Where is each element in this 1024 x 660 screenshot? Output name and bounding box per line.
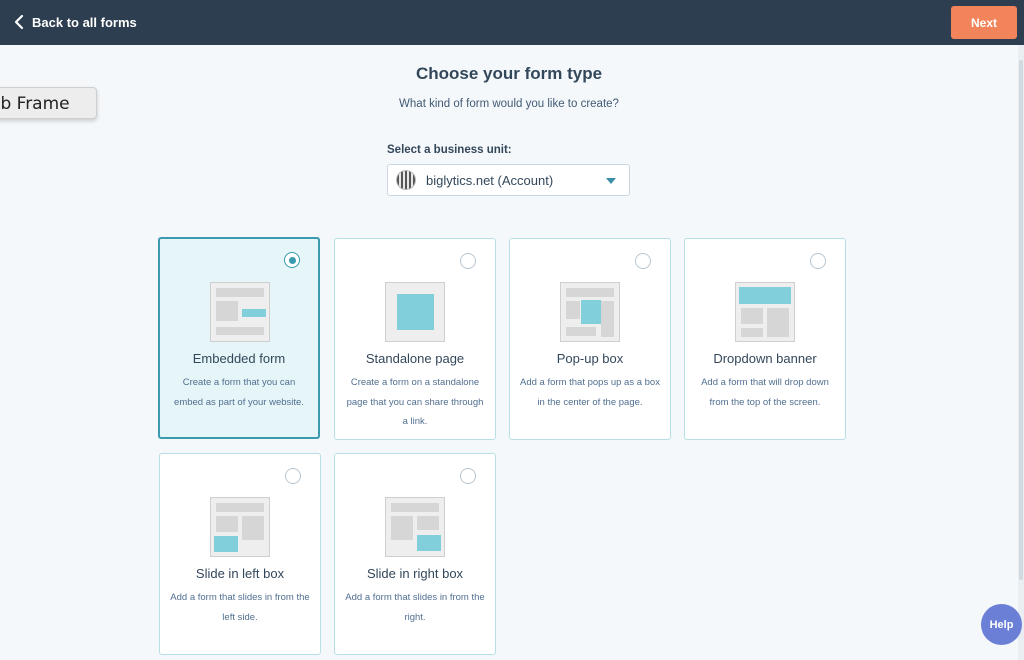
- page-subtitle: What kind of form would you like to crea…: [399, 98, 619, 110]
- radio-selected-dot: [288, 256, 296, 264]
- form-type-card-popup[interactable]: Pop-up box Add a form that pops up as a …: [509, 238, 671, 440]
- back-to-forms-link[interactable]: Back to all forms: [14, 12, 137, 32]
- caret-down-icon: [606, 178, 616, 184]
- card-description: Create a form that you can embed as part…: [174, 377, 304, 408]
- help-button[interactable]: Help: [981, 604, 1022, 645]
- business-unit-select[interactable]: biglytics.net (Account): [387, 164, 630, 196]
- business-unit-value: biglytics.net (Account): [426, 172, 554, 188]
- form-type-card-embedded[interactable]: Embedded form Create a form that you can…: [158, 237, 320, 439]
- form-type-card-dropdown-banner[interactable]: Dropdown banner Add a form that will dro…: [684, 238, 846, 440]
- form-type-card-slide-in-right[interactable]: Slide in right box Add a form that slide…: [334, 453, 496, 655]
- radio-button[interactable]: [284, 252, 300, 268]
- form-type-card-slide-in-left[interactable]: Slide in left box Add a form that slides…: [159, 453, 321, 655]
- radio-button[interactable]: [810, 253, 826, 269]
- radio-button[interactable]: [285, 468, 301, 484]
- card-title: Slide in left box: [195, 566, 285, 581]
- popup-box-icon: [560, 282, 620, 342]
- card-title: Standalone page: [365, 351, 465, 366]
- radio-button[interactable]: [635, 253, 651, 269]
- card-description: Add a form that slides in from the right…: [345, 592, 485, 623]
- embedded-form-icon: [210, 282, 270, 342]
- dropdown-banner-icon: [735, 282, 795, 342]
- account-avatar: [396, 170, 416, 190]
- card-description: Add a form that pops up as a box in the …: [520, 377, 660, 408]
- card-title: Pop-up box: [556, 351, 624, 366]
- scrollbar-thumb[interactable]: [1019, 60, 1023, 580]
- back-link-label: Back to all forms: [32, 14, 137, 30]
- form-type-card-standalone[interactable]: Standalone page Create a form on a stand…: [334, 238, 496, 440]
- next-button[interactable]: Next: [951, 6, 1017, 39]
- top-bar: Back to all forms Next: [0, 0, 1024, 45]
- card-description: Create a form on a standalone page that …: [346, 377, 484, 427]
- standalone-page-icon: [385, 282, 445, 342]
- chevron-left-icon: [14, 14, 24, 30]
- card-description: Add a form that slides in from the left …: [170, 592, 310, 623]
- page-title: Choose your form type: [415, 64, 603, 83]
- radio-button[interactable]: [460, 253, 476, 269]
- card-title: Dropdown banner: [713, 351, 817, 366]
- card-title: Embedded form: [192, 351, 286, 366]
- business-unit-label: Select a business unit:: [387, 144, 512, 156]
- slide-in-left-icon: [210, 497, 270, 557]
- card-title: Slide in right box: [366, 566, 464, 581]
- radio-button[interactable]: [460, 468, 476, 484]
- card-description: Add a form that will drop down from the …: [701, 377, 829, 408]
- slide-in-right-icon: [385, 497, 445, 557]
